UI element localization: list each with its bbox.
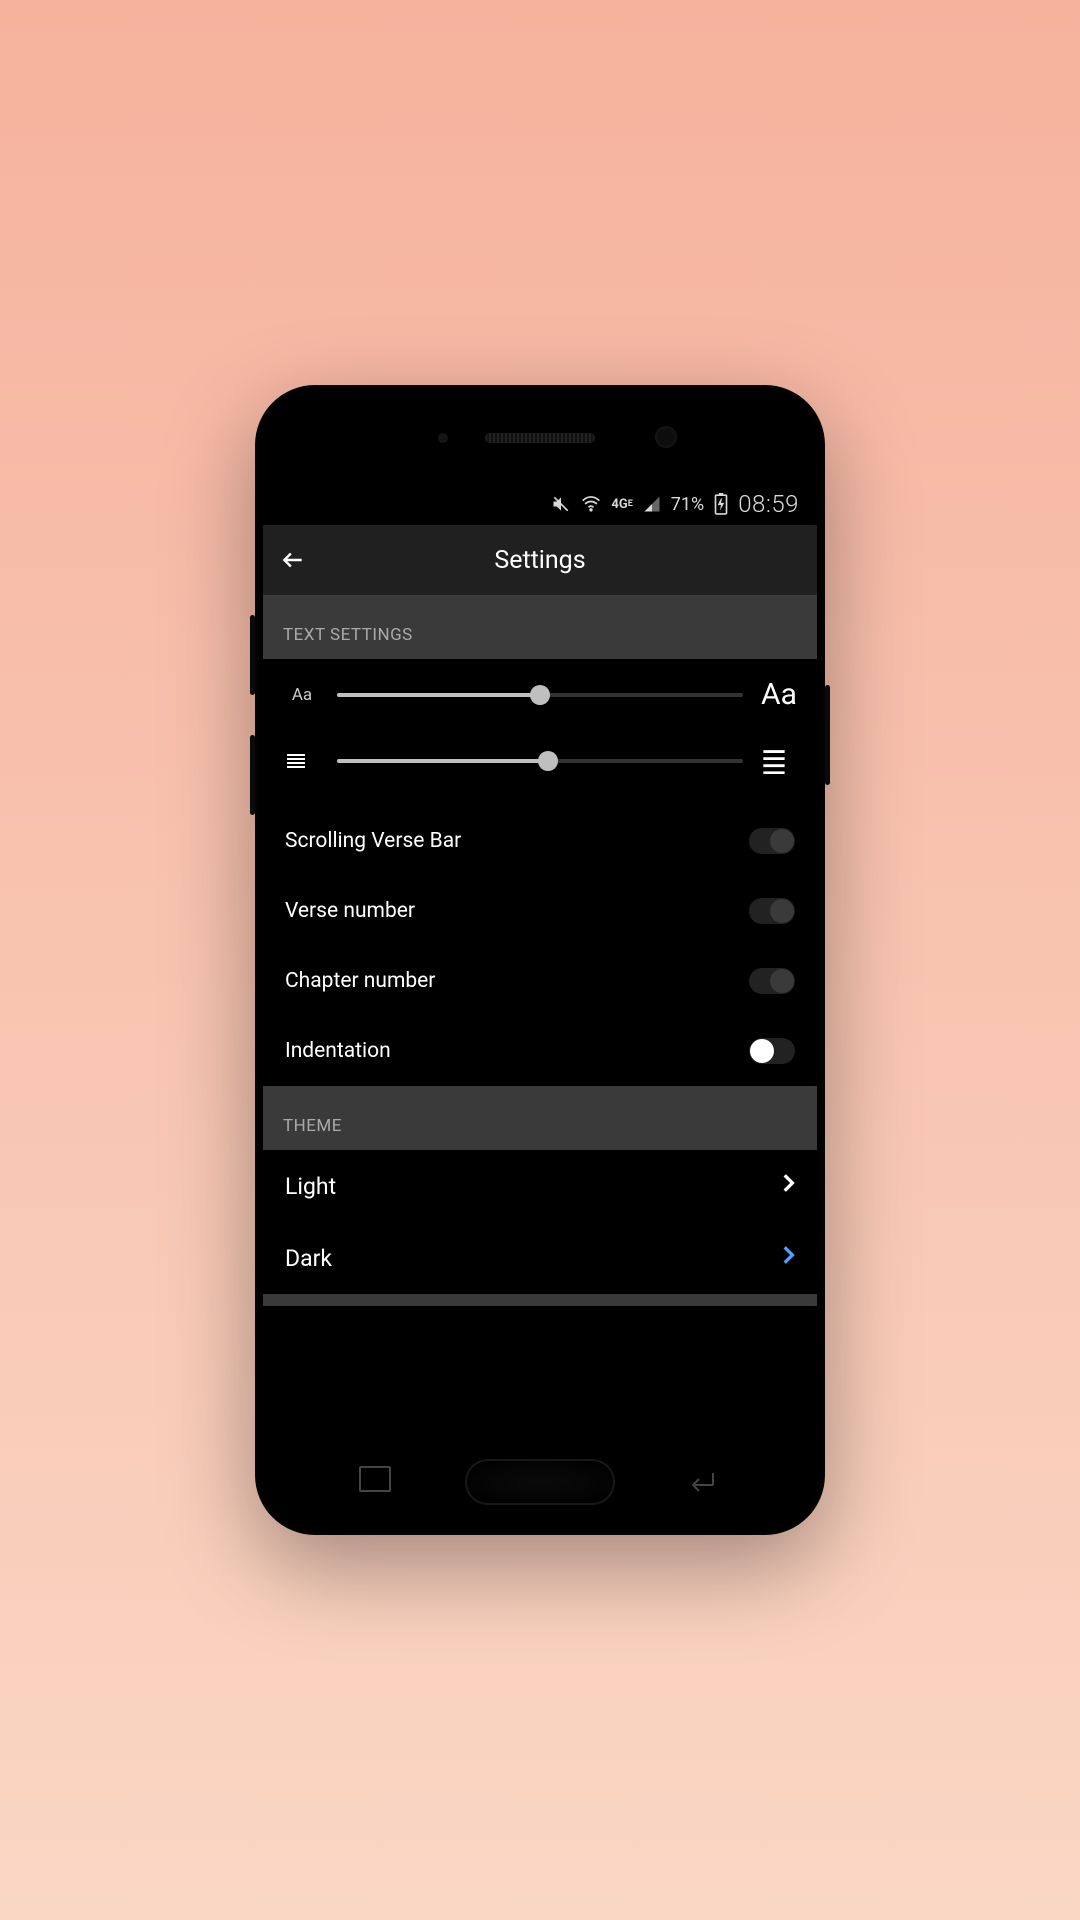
proximity-sensor bbox=[438, 433, 448, 443]
line-height-slider-row bbox=[263, 730, 817, 792]
toggle-label: Chapter number bbox=[285, 969, 435, 993]
signal-icon bbox=[643, 495, 661, 513]
phone-bezel: 4GE 71% 08:59 Settings TEXT SETTINGS bbox=[263, 393, 817, 1527]
switch-off[interactable] bbox=[749, 898, 795, 924]
section-spacer bbox=[263, 1294, 817, 1306]
status-bar: 4GE 71% 08:59 bbox=[263, 483, 817, 525]
settings-scroll[interactable]: TEXT SETTINGS Aa Aa bbox=[263, 595, 817, 1437]
toggle-scrolling-verse-bar[interactable]: Scrolling Verse Bar bbox=[263, 806, 817, 876]
arrow-left-icon bbox=[280, 547, 306, 573]
font-size-small-label: Aa bbox=[285, 685, 319, 705]
line-height-slider[interactable] bbox=[337, 759, 743, 763]
home-button[interactable] bbox=[465, 1459, 615, 1505]
toggle-label: Indentation bbox=[285, 1039, 391, 1063]
chevron-right-icon bbox=[781, 1172, 795, 1200]
switch-off[interactable] bbox=[749, 828, 795, 854]
font-size-slider[interactable] bbox=[337, 693, 743, 697]
slider-thumb[interactable] bbox=[538, 751, 558, 771]
nav-back-button[interactable] bbox=[683, 1465, 717, 1499]
wifi-icon bbox=[581, 494, 601, 514]
line-height-small-icon bbox=[285, 752, 319, 770]
app-bar: Settings bbox=[263, 525, 817, 595]
mute-icon bbox=[551, 494, 571, 514]
toggle-label: Verse number bbox=[285, 899, 415, 923]
toggle-indentation[interactable]: Indentation bbox=[263, 1016, 817, 1086]
theme-label: Light bbox=[285, 1173, 336, 1200]
section-header-theme: THEME bbox=[263, 1086, 817, 1150]
recents-button[interactable] bbox=[363, 1470, 391, 1492]
battery-charging-icon bbox=[714, 493, 728, 515]
device-screen: 4GE 71% 08:59 Settings TEXT SETTINGS bbox=[263, 483, 817, 1437]
page-title: Settings bbox=[263, 546, 817, 575]
section-text-settings: Aa Aa bbox=[263, 659, 817, 1086]
battery-percentage: 71% bbox=[671, 494, 704, 515]
theme-option-light[interactable]: Light bbox=[263, 1150, 817, 1222]
section-theme: Light Dark bbox=[263, 1150, 817, 1294]
theme-option-dark[interactable]: Dark bbox=[263, 1222, 817, 1294]
font-size-slider-row: Aa Aa bbox=[263, 659, 817, 730]
line-height-big-icon bbox=[761, 748, 795, 774]
font-size-big-label: Aa bbox=[761, 677, 795, 712]
switch-on[interactable] bbox=[749, 1038, 795, 1064]
switch-off[interactable] bbox=[749, 968, 795, 994]
status-clock: 08:59 bbox=[738, 490, 799, 518]
front-camera bbox=[655, 426, 677, 448]
section-header-text-settings: TEXT SETTINGS bbox=[263, 595, 817, 659]
network-4g-icon: 4GE bbox=[611, 498, 632, 511]
toggle-chapter-number[interactable]: Chapter number bbox=[263, 946, 817, 1016]
phone-frame: 4GE 71% 08:59 Settings TEXT SETTINGS bbox=[255, 385, 825, 1535]
theme-label: Dark bbox=[285, 1245, 332, 1272]
back-button[interactable] bbox=[263, 525, 323, 595]
slider-thumb[interactable] bbox=[530, 685, 550, 705]
chevron-right-icon bbox=[781, 1244, 795, 1272]
hardware-top bbox=[263, 393, 817, 483]
toggle-verse-number[interactable]: Verse number bbox=[263, 876, 817, 946]
toggle-label: Scrolling Verse Bar bbox=[285, 829, 461, 853]
hardware-bottom bbox=[263, 1437, 817, 1527]
earpiece-speaker bbox=[485, 433, 595, 443]
